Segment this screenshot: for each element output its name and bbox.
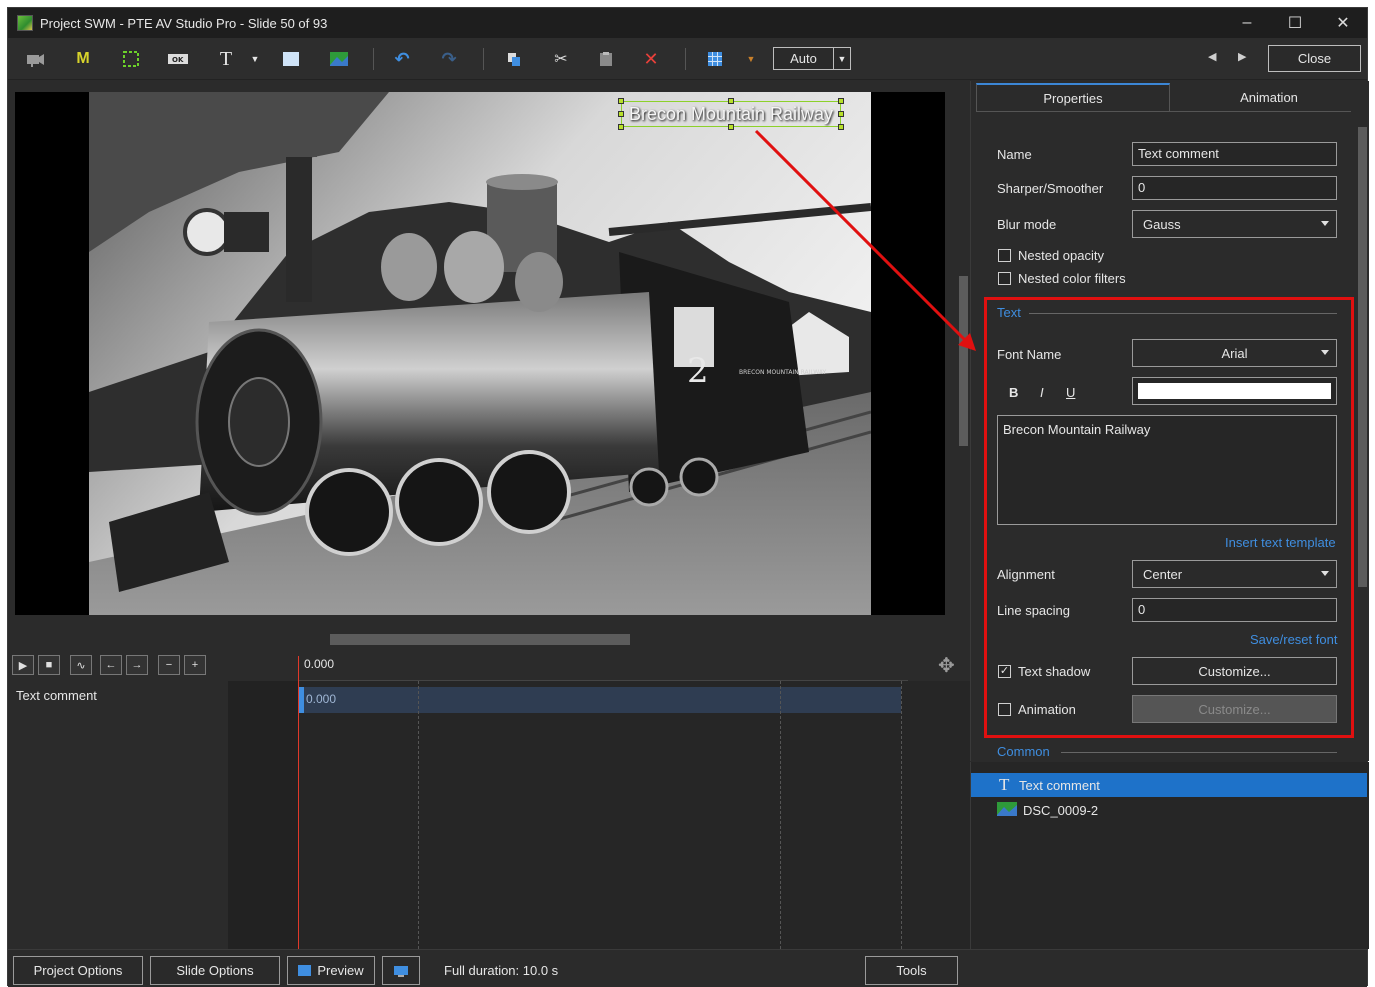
highlight-annotation-box: [984, 297, 1354, 738]
slide-options-button[interactable]: Slide Options: [150, 956, 280, 985]
redo-icon[interactable]: ↷: [436, 46, 462, 72]
monitor-button[interactable]: [382, 956, 420, 985]
tender-lettering: BRECON MOUNTAIN RAILWAY: [739, 369, 826, 376]
playhead[interactable]: [298, 656, 299, 949]
tools-button[interactable]: Tools: [865, 956, 958, 985]
text-comment-clip[interactable]: 0.000: [298, 687, 901, 713]
sharper-label: Sharper/Smoother: [997, 181, 1104, 196]
copy-icon[interactable]: [501, 46, 527, 72]
play-icon[interactable]: ▶: [12, 655, 34, 675]
grid-dropdown-icon[interactable]: ▼: [738, 46, 764, 72]
resize-handle[interactable]: [838, 111, 844, 117]
text-object-icon: T: [999, 775, 1010, 794]
dropdown-icon[interactable]: ▼: [242, 46, 268, 72]
sharper-field[interactable]: 0: [1132, 176, 1337, 200]
project-options-button[interactable]: Project Options: [13, 956, 143, 985]
preview-label: Preview: [317, 963, 364, 978]
timeline-tracks[interactable]: 0.000: [298, 681, 970, 949]
locomotive-number: 2: [687, 351, 709, 391]
camera-icon[interactable]: [22, 46, 48, 72]
blur-mode-value: Gauss: [1143, 216, 1181, 232]
window-title: Project SWM - PTE AV Studio Pro - Slide …: [40, 15, 328, 31]
tab-properties[interactable]: Properties: [976, 83, 1170, 111]
preview-button[interactable]: Preview: [287, 956, 375, 985]
stage-horizontal-scrollbar[interactable]: [8, 631, 956, 647]
window-close-button[interactable]: ✕: [1319, 8, 1367, 38]
resize-handle[interactable]: [618, 111, 624, 117]
track-name[interactable]: Text comment: [16, 688, 97, 703]
move-icon[interactable]: ✥: [938, 653, 955, 678]
button-icon[interactable]: OK: [165, 46, 191, 72]
resize-handle[interactable]: [728, 124, 734, 130]
zoom-value: Auto: [790, 51, 817, 66]
next-slide-icon[interactable]: ▶: [1238, 50, 1246, 63]
properties-tabs: Properties Animation: [976, 83, 1356, 111]
close-button[interactable]: Close: [1268, 45, 1361, 72]
paste-icon[interactable]: [593, 46, 619, 72]
grid-icon[interactable]: [702, 46, 728, 72]
nested-opacity-label: Nested opacity: [1018, 248, 1104, 263]
resize-handle[interactable]: [618, 98, 624, 104]
object-label: DSC_0009-2: [1023, 802, 1099, 818]
zoom-in-icon[interactable]: +: [184, 655, 206, 675]
nested-opacity-checkbox[interactable]: [998, 249, 1011, 262]
full-duration-text: Full duration: 10.0 s: [444, 963, 559, 978]
status-bar: Project Options Slide Options Preview Fu…: [8, 949, 1367, 987]
previous-slide-icon[interactable]: ◀: [1208, 50, 1216, 63]
timeline-toolbar: ▶ ■ ∿ ← → − +: [8, 649, 298, 681]
timeline-gutter: [228, 681, 298, 949]
mask-icon[interactable]: M: [70, 46, 96, 72]
resize-handle[interactable]: [838, 98, 844, 104]
maximize-button[interactable]: ☐: [1271, 8, 1319, 38]
scrollbar-thumb[interactable]: [1358, 127, 1367, 587]
zoom-out-icon[interactable]: −: [158, 655, 180, 675]
image-icon[interactable]: [326, 46, 352, 72]
name-field[interactable]: Text comment: [1132, 142, 1337, 166]
properties-panel: Properties Animation Name Text comment S…: [970, 81, 1369, 761]
rectangle-icon[interactable]: [278, 46, 304, 72]
resize-handle[interactable]: [618, 124, 624, 130]
clip-time: 0.000: [306, 692, 337, 706]
object-label: Text comment: [1019, 777, 1100, 793]
zoom-select[interactable]: Auto ▼: [773, 47, 851, 70]
delete-icon[interactable]: ✕: [638, 46, 664, 72]
app-window: Project SWM - PTE AV Studio Pro - Slide …: [7, 7, 1369, 987]
nested-color-checkbox[interactable]: [998, 272, 1011, 285]
list-item-text-comment[interactable]: T Text comment: [971, 773, 1367, 797]
properties-scrollbar[interactable]: [1355, 111, 1369, 761]
nested-color-label: Nested color filters: [1018, 271, 1126, 286]
arrow-left-icon[interactable]: ←: [100, 655, 122, 675]
undo-icon[interactable]: ↶: [389, 46, 415, 72]
blur-mode-label: Blur mode: [997, 217, 1057, 232]
preview-icon: [298, 965, 312, 976]
stop-icon[interactable]: ■: [38, 655, 60, 675]
tab-animation[interactable]: Animation: [1172, 83, 1366, 111]
arrow-right-icon[interactable]: →: [126, 655, 148, 675]
image-object-icon: [997, 801, 1023, 819]
common-section-title: Common: [997, 744, 1050, 759]
text-icon[interactable]: T: [213, 46, 239, 72]
main-toolbar: M OK T ▼ ↶ ↷ ✂ ✕ ▼ Auto ▼ ◀ ▶ Close: [8, 38, 1367, 80]
scrollbar-thumb[interactable]: [330, 634, 630, 645]
frame-icon[interactable]: [118, 46, 144, 72]
title-bar: Project SWM - PTE AV Studio Pro - Slide …: [8, 8, 1367, 38]
cut-icon[interactable]: ✂: [548, 46, 574, 72]
timeline-panel: ▶ ■ ∿ ← → − + 0.000 ✥ Text comment 0.000: [8, 649, 970, 949]
waveform-icon[interactable]: ∿: [70, 655, 92, 675]
annotation-arrow: [754, 129, 976, 351]
name-label: Name: [997, 147, 1032, 162]
chevron-down-icon: [1321, 221, 1329, 226]
app-icon: [17, 15, 33, 31]
chevron-down-icon[interactable]: ▼: [833, 48, 850, 69]
svg-text:OK: OK: [172, 56, 184, 64]
minimize-button[interactable]: –: [1223, 8, 1271, 38]
timeline-track-names: Text comment: [8, 681, 228, 949]
resize-handle[interactable]: [728, 98, 734, 104]
monitor-icon: [394, 965, 408, 977]
objects-list: T Text comment DSC_0009-2: [970, 762, 1369, 949]
timeline-ruler[interactable]: 0.000 ✥: [298, 649, 970, 681]
ruler-time: 0.000: [304, 657, 335, 671]
blur-mode-select[interactable]: Gauss: [1132, 210, 1337, 238]
list-item-image[interactable]: DSC_0009-2: [971, 798, 1367, 822]
